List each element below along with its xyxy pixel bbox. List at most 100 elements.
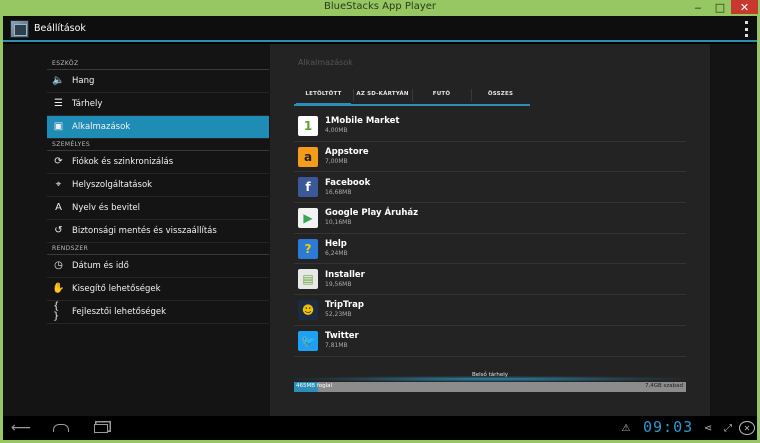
app-text: Google Play Áruház 10,16MB <box>325 208 418 227</box>
sidebar-item-location[interactable]: ⌖ Helyszolgáltatások <box>47 174 269 197</box>
amazon-icon: a <box>298 146 318 167</box>
clock-icon: ◷ <box>54 260 63 271</box>
app-row[interactable]: a Appstore 7,00MB <box>294 142 686 173</box>
window-title: BlueStacks App Player <box>323 1 437 12</box>
app-size: 10,16MB <box>325 219 352 227</box>
settings-content: ESZKÖZ 🔈 Hang ☰ Tárhely ▣ Alkalmazások SZEMÉLYE… <box>3 44 757 416</box>
app-name: Help <box>325 239 347 250</box>
tab-1[interactable]: AZ SD-KÁRTYÁN <box>353 84 412 104</box>
title-bar[interactable]: BlueStacks App Player ‒ □ ✕ <box>0 0 760 16</box>
section-header: ESZKÖZ <box>47 58 269 70</box>
sidebar-item-sync[interactable]: ⟳ Fiókok és szinkronizálás <box>47 151 269 174</box>
sidebar-item-label: Fejlesztői lehetőségek <box>72 307 167 317</box>
app-name: Installer <box>325 269 365 280</box>
sidebar-item-hand[interactable]: ✋ Kisegítő lehetőségek <box>47 278 269 301</box>
storage-bar: 465MB foglal 7,4GB szabad <box>294 382 686 392</box>
app-name: Twitter <box>325 331 359 342</box>
app-size: 4,00MB <box>325 127 348 135</box>
settings-app-icon[interactable] <box>10 20 29 38</box>
maximize-button[interactable]: □ <box>710 0 730 14</box>
status-clock: 09:03 <box>643 418 694 436</box>
apps-panel: Alkalmazások LETÖLTÖTT AZ SD-KÁRTYÁN FUTÓ Ö… <box>270 44 710 416</box>
app-row[interactable]: 1 1Mobile Market 4,00MB <box>294 111 686 142</box>
overflow-menu-icon[interactable] <box>743 21 749 37</box>
settings-sidebar: ESZKÖZ 🔈 Hang ☰ Tárhely ▣ Alkalmazások SZEMÉLYE… <box>47 58 269 324</box>
sidebar-item-label: Hang <box>72 76 95 86</box>
app-text: Appstore 7,00MB <box>325 147 369 166</box>
sidebar-item-apps[interactable]: ▣ Alkalmazások <box>47 116 269 139</box>
sidebar-item-label: Dátum és idő <box>72 261 129 271</box>
home-icon[interactable] <box>51 420 71 436</box>
app-text: 1Mobile Market 4,00MB <box>325 116 400 135</box>
share-icon[interactable]: ⋖ <box>701 420 715 436</box>
app-size: 16,68MB <box>325 188 352 196</box>
sidebar-item-braces[interactable]: { } Fejlesztői lehetőségek <box>47 301 269 324</box>
sidebar-item-label: Tárhely <box>72 99 103 109</box>
tab-3[interactable]: ÖSSZES <box>471 84 530 104</box>
app-row[interactable]: 🐦 Twitter 7,81MB <box>294 326 686 357</box>
system-navbar: ⟵ ⚠ 09:03 ⋖ ⤢ ✕ <box>3 416 757 440</box>
app-row[interactable]: ☻ TripTrap 52,23MB <box>294 295 686 326</box>
triptrap-icon: ☻ <box>298 299 318 320</box>
app-text: TripTrap 52,23MB <box>325 300 364 319</box>
action-bar: Beállítások <box>3 16 757 42</box>
storage-icon: ☰ <box>54 98 63 109</box>
storage-free: 7,4GB szabad <box>644 383 683 389</box>
app-row[interactable]: ? Help 6,24MB <box>294 234 686 265</box>
apps-icon: ▣ <box>53 121 64 132</box>
sidebar-item-speaker[interactable]: 🔈 Hang <box>47 70 269 93</box>
app-text: Facebook 16,68MB <box>325 178 370 197</box>
warning-icon[interactable]: ⚠ <box>619 420 633 436</box>
sidebar-item-storage[interactable]: ☰ Tárhely <box>47 93 269 116</box>
window-frame: BlueStacks App Player ‒ □ ✕ Beállítások … <box>0 0 760 443</box>
storage-used-value: 465MB <box>296 383 316 389</box>
language-icon: A <box>55 202 62 213</box>
close-app-icon[interactable]: ✕ <box>739 421 755 435</box>
app-size: 6,24MB <box>325 250 348 258</box>
sidebar-item-label: Helyszolgáltatások <box>72 180 153 190</box>
app-size: 7,81MB <box>325 342 348 350</box>
twitter-icon: 🐦 <box>298 330 318 351</box>
sync-icon: ⟳ <box>54 156 63 167</box>
location-icon: ⌖ <box>55 179 62 190</box>
app-name: Google Play Áruház <box>325 208 419 219</box>
sidebar-item-language[interactable]: A Nyelv és bevitel <box>47 197 269 220</box>
app-row[interactable]: ▤ Installer 19,56MB <box>294 264 686 296</box>
app-size: 7,00MB <box>325 158 348 166</box>
sidebar-item-clock[interactable]: ◷ Dátum és idő <box>47 255 269 278</box>
sidebar-item-backup[interactable]: ↺ Biztonsági mentés és visszaállítás <box>47 220 269 243</box>
tab-2[interactable]: FUTÓ <box>412 84 471 104</box>
sidebar-item-label: Biztonsági mentés és visszaállítás <box>72 226 217 236</box>
panel-title: Alkalmazások <box>298 58 353 67</box>
app-tabs: LETÖLTÖTT AZ SD-KÁRTYÁN FUTÓ ÖSSZES <box>294 84 530 106</box>
sidebar-item-label: Fiókok és szinkronizálás <box>72 157 174 167</box>
page-title: Beállítások <box>34 23 86 34</box>
app-text: Twitter 7,81MB <box>325 331 359 350</box>
app-name: 1Mobile Market <box>325 116 400 127</box>
google-play-icon: ▶ <box>298 207 318 228</box>
app-size: 52,23MB <box>325 311 352 319</box>
sidebar-item-label: Alkalmazások <box>72 122 131 132</box>
tab-0[interactable]: LETÖLTÖTT <box>294 84 353 106</box>
braces-icon: { } <box>53 301 60 322</box>
storage-used: 465MB foglal <box>296 383 332 389</box>
sidebar-item-label: Nyelv és bevitel <box>72 203 141 213</box>
facebook-icon: f <box>298 177 318 198</box>
minimize-button[interactable]: ‒ <box>688 0 708 14</box>
hand-icon: ✋ <box>52 283 65 294</box>
back-icon[interactable]: ⟵ <box>11 420 31 436</box>
app-name: Appstore <box>325 147 369 158</box>
app-name: TripTrap <box>325 300 364 311</box>
app-text: Installer 19,56MB <box>325 270 365 289</box>
close-window-button[interactable]: ✕ <box>731 0 758 14</box>
android-screen: Beállítások ESZKÖZ 🔈 Hang ☰ Tárhely ▣ Alkalmaz… <box>3 16 757 440</box>
section-header: RENDSZER <box>47 243 269 255</box>
speaker-icon: 🔈 <box>52 75 65 86</box>
section-header: SZEMÉLYES <box>47 139 269 151</box>
app-row[interactable]: f Facebook 16,68MB <box>294 172 686 204</box>
1mobile-icon: 1 <box>298 115 318 136</box>
fullscreen-icon[interactable]: ⤢ <box>721 420 735 436</box>
recent-apps-icon[interactable] <box>91 420 111 436</box>
app-row[interactable]: ▶ Google Play Áruház 10,16MB <box>294 203 686 234</box>
app-list: 1 1Mobile Market 4,00MB a Appstore 7,00MB f Fac… <box>294 111 686 357</box>
